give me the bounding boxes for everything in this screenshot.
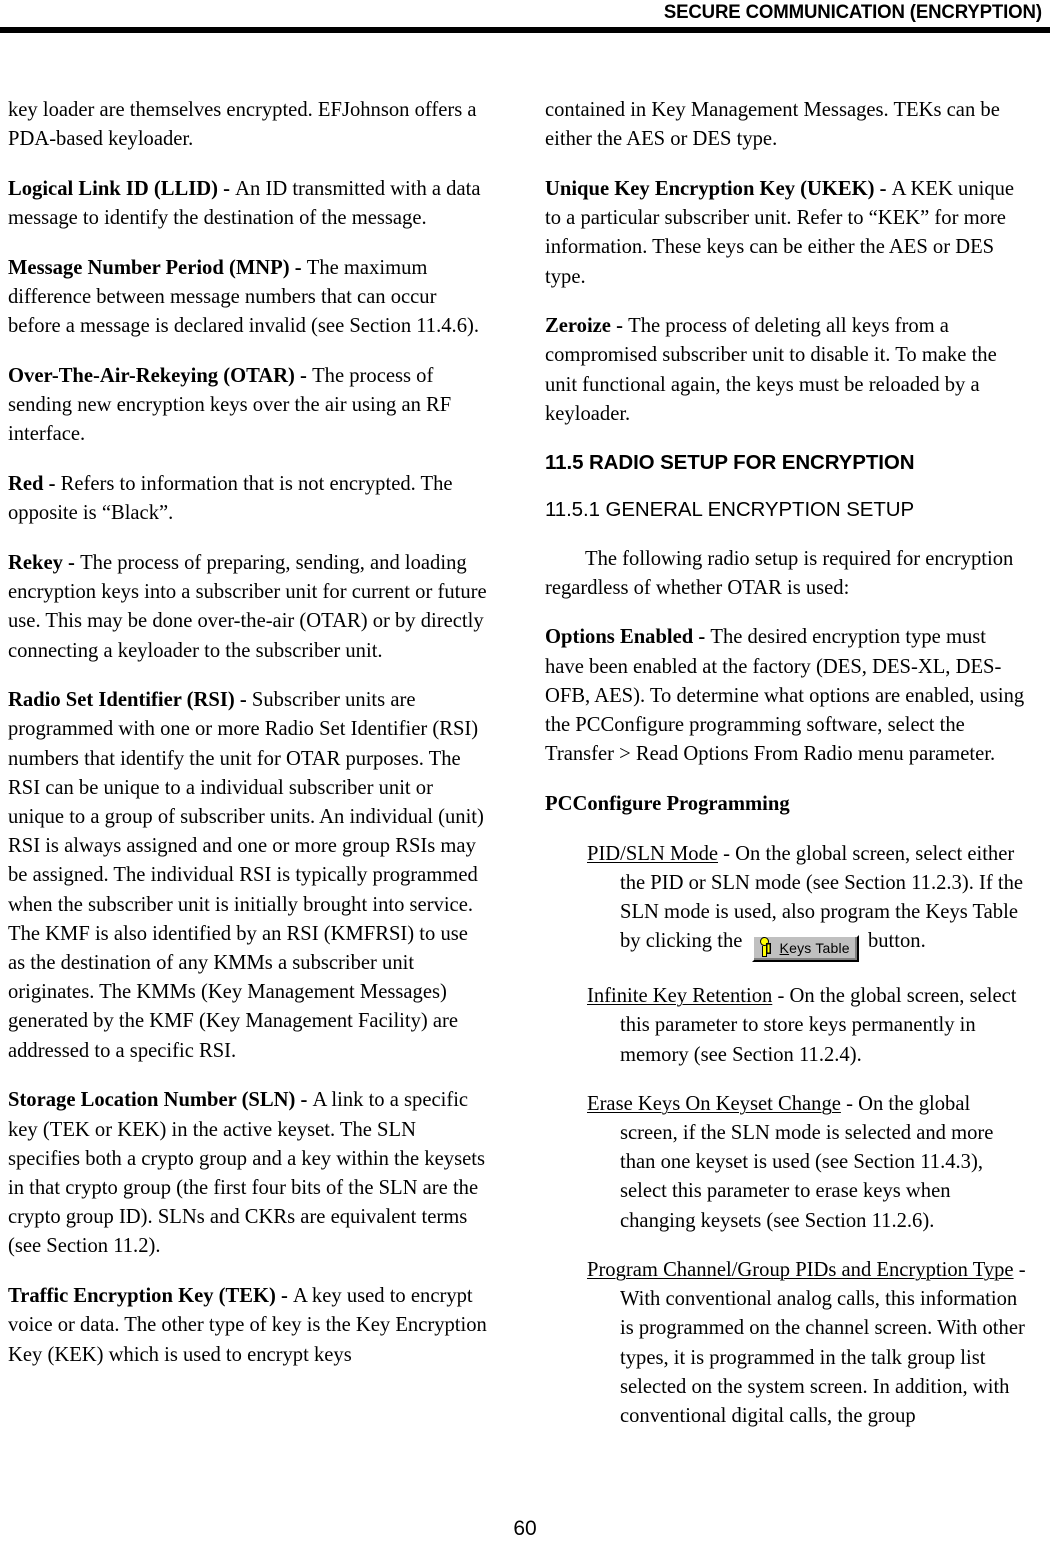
header-divider-rule	[0, 27, 1050, 33]
paragraph-text: key loader are themselves encrypted. EFJ…	[8, 99, 477, 151]
parameter-term: PID/SLN Mode	[587, 842, 719, 865]
parameter-infinite-key-retention: Infinite Key Retention - On the global s…	[545, 982, 1026, 1070]
paragraph-text: contained in Key Management Messages. TE…	[545, 99, 1000, 151]
paragraph-text: Subscriber units are programmed with one…	[8, 689, 484, 1062]
keys-table-button-mnemonic: K	[779, 940, 790, 957]
paragraph-general-setup-intro: The following radio setup is required fo…	[545, 547, 1014, 599]
glossary-term: Over-The-Air-Rekeying (OTAR) -	[8, 364, 313, 387]
paragraph-tek-continuation: contained in Key Management Messages. TE…	[545, 96, 1026, 154]
glossary-term: Zeroize -	[545, 315, 629, 338]
page-footer: 60	[0, 1517, 1050, 1541]
parameter-term: Infinite Key Retention	[587, 985, 773, 1008]
parameter-term: Program Channel/Group PIDs and Encryptio…	[587, 1258, 1014, 1281]
paragraph-keyloader-continuation: key loader are themselves encrypted. EFJ…	[8, 96, 489, 154]
running-header-title: SECURE COMMUNICATION (ENCRYPTION)	[663, 1, 1042, 23]
parameter-text: - With conventional analog calls, this i…	[620, 1258, 1026, 1427]
glossary-term: Rekey -	[8, 551, 81, 574]
glossary-term: Radio Set Identifier (RSI) -	[8, 689, 252, 712]
paragraph-radio-set-identifier: Radio Set Identifier (RSI) - Subscriber …	[8, 686, 489, 1066]
paragraph-red: Red - Refers to information that is not …	[8, 470, 489, 528]
glossary-term: Unique Key Encryption Key (UKEK) -	[545, 177, 892, 200]
page-header: SECURE COMMUNICATION (ENCRYPTION)	[0, 0, 1050, 34]
subsection-heading-11-5-1: 11.5.1 GENERAL ENCRYPTION SETUP	[545, 497, 915, 521]
keys-table-button-label-rest: eys Table	[789, 940, 850, 957]
paragraph-text: A link to a specific key (TEK or KEK) in…	[8, 1089, 485, 1258]
key-icon	[758, 937, 771, 958]
keys-table-button[interactable]: Keys Table	[751, 935, 859, 963]
glossary-term: Options Enabled -	[545, 626, 711, 649]
keys-table-button-label: Keys Table	[780, 940, 850, 956]
glossary-term: Logical Link ID (LLID) -	[8, 177, 236, 200]
glossary-term: Storage Location Number (SLN) -	[8, 1089, 313, 1112]
paragraph-over-the-air-rekeying: Over-The-Air-Rekeying (OTAR) - The proce…	[8, 362, 489, 450]
page-number: 60	[513, 1517, 537, 1540]
paragraph-traffic-encryption-key: Traffic Encryption Key (TEK) - A key use…	[8, 1282, 489, 1370]
paragraph-options-enabled: Options Enabled - The desired encryption…	[545, 623, 1026, 769]
paragraph-zeroize: Zeroize - The process of deleting all ke…	[545, 312, 1026, 429]
paragraph-text: Refers to information that is not encryp…	[8, 473, 453, 525]
parameter-pid-sln-mode: PID/SLN Mode - On the global screen, sel…	[545, 840, 1026, 963]
right-text-column: contained in Key Management Messages. TE…	[545, 96, 1026, 1431]
left-text-column: key loader are themselves encrypted. EFJ…	[8, 96, 489, 1370]
parameter-erase-keys-on-keyset-change: Erase Keys On Keyset Change - On the glo…	[545, 1090, 1026, 1236]
parameter-term: Erase Keys On Keyset Change	[587, 1092, 841, 1115]
parameter-text-after-button: button.	[862, 930, 926, 953]
paragraph-message-number-period: Message Number Period (MNP) - The maximu…	[8, 254, 489, 342]
paragraph-rekey: Rekey - The process of preparing, sendin…	[8, 549, 489, 666]
section-heading-11-5: 11.5 RADIO SETUP FOR ENCRYPTION	[545, 450, 915, 474]
paragraph-unique-key-encryption-key: Unique Key Encryption Key (UKEK) - A KEK…	[545, 175, 1026, 292]
subheading-text: PCConfigure Programming	[545, 792, 790, 815]
paragraph-logical-link-id: Logical Link ID (LLID) - An ID transmitt…	[8, 175, 489, 233]
glossary-term: Message Number Period (MNP) -	[8, 256, 307, 279]
parameter-program-channel-group-pids: Program Channel/Group PIDs and Encryptio…	[545, 1256, 1026, 1431]
paragraph-text: The process of preparing, sending, and l…	[8, 551, 487, 662]
glossary-term: Traffic Encryption Key (TEK) -	[8, 1285, 294, 1308]
paragraph-storage-location-number: Storage Location Number (SLN) - A link t…	[8, 1086, 489, 1261]
heading-pcconfigure-programming: PCConfigure Programming	[545, 790, 1026, 819]
glossary-term: Red -	[8, 473, 61, 496]
